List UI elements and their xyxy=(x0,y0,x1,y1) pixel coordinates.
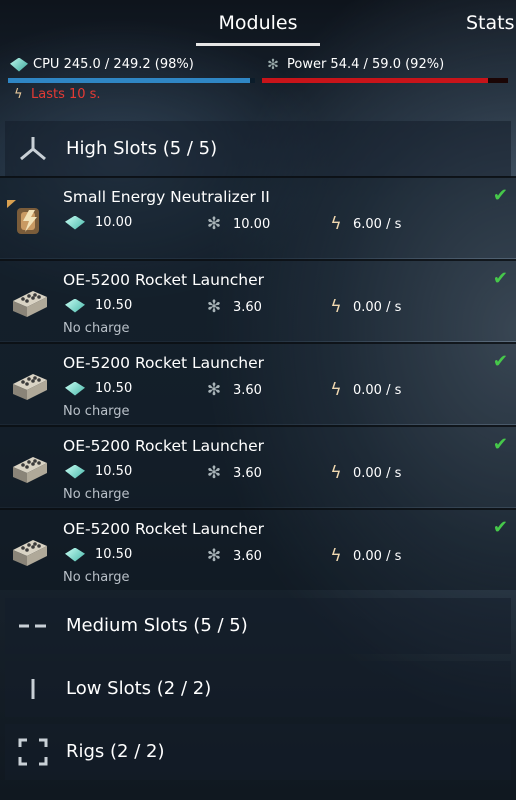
cpu-bar-fill xyxy=(8,78,250,83)
cpu-icon xyxy=(65,298,85,313)
module-slot[interactable]: OE-5200 Rocket Launcher 10.50 ✻ 3.60 ϟ 0.0… xyxy=(0,425,516,507)
rigs-header[interactable]: Rigs (2 / 2) xyxy=(5,724,511,780)
cpu-icon xyxy=(10,57,28,72)
cpu-icon xyxy=(65,464,85,479)
capacitor-icon: ϟ xyxy=(330,380,342,400)
powergrid-icon: ✻ xyxy=(206,546,222,566)
medium-slots-title: Medium Slots (5 / 5) xyxy=(66,615,248,636)
powergrid-icon: ✻ xyxy=(206,214,222,234)
rocket-launcher-icon xyxy=(13,457,47,483)
medium-slots-header[interactable]: Medium Slots (5 / 5) xyxy=(5,598,511,654)
cpu-icon xyxy=(65,215,85,230)
online-check-icon: ✔ xyxy=(492,185,508,206)
module-name: OE-5200 Rocket Launcher xyxy=(63,354,265,372)
capacitor-icon: ϟ xyxy=(330,463,342,483)
module-slot[interactable]: OE-5200 Rocket Launcher 10.50 ✻ 3.60 ϟ 0.0… xyxy=(0,342,516,424)
rocket-launcher-icon xyxy=(13,291,47,317)
module-capacitor: ϟ 6.00 / s xyxy=(329,215,401,233)
module-capacitor-value: 6.00 / s xyxy=(353,216,402,232)
low-slot-icon xyxy=(31,679,35,699)
module-capacitor: ϟ 0.00 / s xyxy=(329,298,401,316)
capacitor-icon: ϟ xyxy=(330,297,342,317)
module-capacitor: ϟ 0.00 / s xyxy=(329,464,401,482)
module-cpu-value: 10.50 xyxy=(95,464,133,479)
module-power-value: 3.60 xyxy=(233,465,262,481)
module-capacitor-value: 0.00 / s xyxy=(353,299,402,315)
module-name: Small Energy Neutralizer II xyxy=(63,188,270,206)
online-check-icon: ✔ xyxy=(492,268,508,289)
powergrid-icon: ✻ xyxy=(206,380,222,400)
module-cpu-value: 10.50 xyxy=(95,547,133,562)
module-capacitor-value: 0.00 / s xyxy=(353,548,402,564)
medium-slot-icon xyxy=(19,624,46,628)
rig-slot-icon xyxy=(18,738,48,766)
energy-neutralizer-icon xyxy=(7,200,39,234)
module-charge: No charge xyxy=(63,570,130,585)
module-cpu: 10.50 xyxy=(65,381,132,396)
module-power: ✻ 3.60 xyxy=(205,381,262,399)
rigs-title: Rigs (2 / 2) xyxy=(66,741,165,762)
module-capacitor: ϟ 0.00 / s xyxy=(329,381,401,399)
module-capacitor: ϟ 0.00 / s xyxy=(329,547,401,565)
online-check-icon: ✔ xyxy=(492,434,508,455)
module-charge: No charge xyxy=(63,404,130,419)
powergrid-icon: ✻ xyxy=(206,297,222,317)
capacitor-icon: ϟ xyxy=(330,214,342,234)
module-slot[interactable]: OE-5200 Rocket Launcher 10.50 ✻ 3.60 ϟ 0.0… xyxy=(0,508,516,590)
module-cpu: 10.00 xyxy=(65,215,132,230)
module-power: ✻ 3.60 xyxy=(205,464,262,482)
module-capacitor-value: 0.00 / s xyxy=(353,382,402,398)
module-power-value: 3.60 xyxy=(233,548,262,564)
high-slots-header[interactable]: High Slots (5 / 5) xyxy=(5,121,511,177)
rocket-launcher-icon xyxy=(13,540,47,566)
module-slot[interactable]: OE-5200 Rocket Launcher 10.50 ✻ 3.60 ϟ 0.0… xyxy=(0,259,516,341)
power-text: Power 54.4 / 59.0 (92%) xyxy=(287,57,445,72)
capacitor-duration-text: Lasts 10 s. xyxy=(31,87,101,102)
module-cpu-value: 10.50 xyxy=(95,381,133,396)
module-capacitor-value: 0.00 / s xyxy=(353,465,402,481)
module-cpu: 10.50 xyxy=(65,464,132,479)
module-power-value: 10.00 xyxy=(233,216,271,232)
module-power: ✻ 3.60 xyxy=(205,298,262,316)
capacitor-icon: ϟ xyxy=(14,86,23,102)
module-name: OE-5200 Rocket Launcher xyxy=(63,520,265,538)
capacitor-icon: ϟ xyxy=(330,546,342,566)
module-slot[interactable]: Small Energy Neutralizer II 10.00 ✻ 10.00… xyxy=(0,176,516,258)
module-cpu-value: 10.50 xyxy=(95,298,133,313)
online-check-icon: ✔ xyxy=(492,517,508,538)
tab-bar: Modules Stats. xyxy=(0,0,516,48)
tab-stats[interactable]: Stats. xyxy=(466,12,516,34)
module-cpu: 10.50 xyxy=(65,547,132,562)
cpu-icon xyxy=(65,381,85,396)
module-name: OE-5200 Rocket Launcher xyxy=(63,437,265,455)
module-cpu-value: 10.00 xyxy=(95,215,133,230)
power-bar-fill xyxy=(262,78,488,83)
cpu-text: CPU 245.0 / 249.2 (98%) xyxy=(33,57,194,72)
active-tab-indicator xyxy=(196,43,320,46)
low-slots-title: Low Slots (2 / 2) xyxy=(66,678,212,699)
module-charge: No charge xyxy=(63,321,130,336)
cpu-icon xyxy=(65,547,85,562)
powergrid-icon: ✻ xyxy=(267,56,279,73)
module-charge: No charge xyxy=(63,487,130,502)
high-slot-icon xyxy=(20,137,46,161)
power-readout: ✻ Power 54.4 / 59.0 (92%) xyxy=(264,57,444,72)
module-cpu: 10.50 xyxy=(65,298,132,313)
capacitor-duration: ϟ Lasts 10 s. xyxy=(14,87,101,102)
rocket-launcher-icon xyxy=(13,374,47,400)
powergrid-icon: ✻ xyxy=(206,463,222,483)
module-power-value: 3.60 xyxy=(233,382,262,398)
module-name: OE-5200 Rocket Launcher xyxy=(63,271,265,289)
low-slots-header[interactable]: Low Slots (2 / 2) xyxy=(5,661,511,717)
module-power: ✻ 10.00 xyxy=(205,215,270,233)
cpu-readout: CPU 245.0 / 249.2 (98%) xyxy=(10,57,194,72)
module-power: ✻ 3.60 xyxy=(205,547,262,565)
module-power-value: 3.60 xyxy=(233,299,262,315)
online-check-icon: ✔ xyxy=(492,351,508,372)
tab-modules[interactable]: Modules xyxy=(196,12,320,34)
high-slots-title: High Slots (5 / 5) xyxy=(66,138,218,159)
